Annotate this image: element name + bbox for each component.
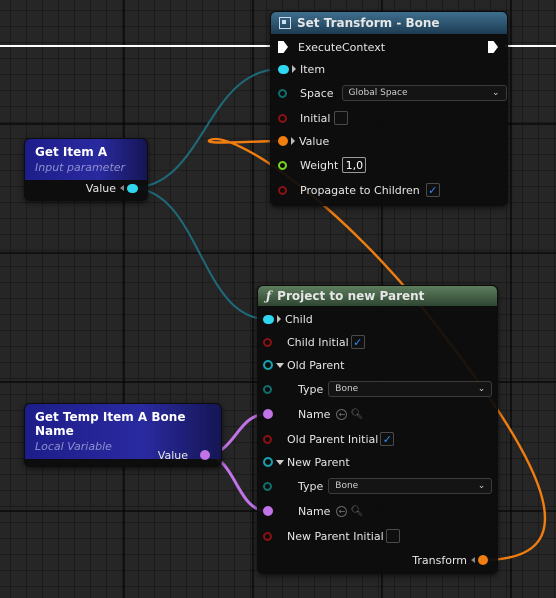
exec-label: ExecuteContext [298,40,386,54]
new-type-label: Type [298,479,324,493]
propagate-pin[interactable] [278,185,287,195]
arrow-left-icon[interactable]: ← [336,505,348,517]
propagate-checkbox[interactable]: ✓ [425,183,440,197]
new-parent-initial-label: New Parent Initial [287,529,384,543]
space-pin[interactable] [278,88,287,98]
value-row: Value [278,132,329,150]
get-item-a-subtitle: Input parameter [35,161,126,174]
old-name-row: Name ← 🔍︎ [263,405,363,423]
new-parent-initial-checkbox[interactable] [385,529,400,543]
new-parent-initial-pin[interactable] [263,531,272,541]
old-type-pin[interactable] [263,384,272,394]
space-dropdown[interactable]: Global Space ⌄ [341,85,507,101]
expand-arrow-icon[interactable] [277,315,281,323]
expanded-arrow-icon[interactable] [276,362,284,368]
item-pin[interactable] [278,64,289,74]
old-type-row: Type Bone ⌄ [263,380,493,398]
old-parent-initial-pin[interactable] [263,434,272,444]
initial-pin[interactable] [278,113,287,123]
chevron-down-icon: ⌄ [491,88,500,98]
item-label: Item [300,62,326,76]
propagate-row: Propagate to Children ✓ [278,181,440,199]
new-type-dropdown[interactable]: Bone ⌄ [328,478,493,494]
space-value: Global Space [348,88,408,98]
new-name-row: Name ← 🔍︎ [263,502,363,520]
search-icon[interactable]: 🔍︎ [350,506,363,517]
project-title: Project to new Parent [277,289,425,303]
new-name-pin[interactable] [263,506,273,516]
expand-arrow-icon[interactable] [292,65,296,73]
weight-input[interactable]: 1,0 [342,157,367,173]
space-label: Space [300,86,334,100]
get-temp-value-pin[interactable] [200,450,210,460]
old-type-dropdown[interactable]: Bone ⌄ [328,381,493,397]
space-row: Space Global Space ⌄ [278,84,507,102]
old-name-pin[interactable] [263,409,273,419]
old-type-value: Bone [335,384,359,394]
new-parent-pin[interactable] [263,457,273,467]
old-name-label: Name [298,407,331,421]
new-parent-initial-row: New Parent Initial [263,527,400,545]
old-parent-initial-row: Old Parent Initial ✓ [263,430,395,448]
chevron-down-icon: ⌄ [477,481,486,491]
get-temp-value-label: Value [157,448,188,462]
old-parent-row: Old Parent [263,356,344,374]
new-type-pin[interactable] [263,481,272,491]
new-name-label: Name [298,504,331,518]
expand-arrow-icon[interactable] [291,137,295,145]
old-parent-label: Old Parent [287,358,345,372]
expanded-arrow-icon[interactable] [276,459,284,465]
collapse-arrow-icon[interactable] [120,185,124,191]
blueprint-function-icon [279,17,291,29]
collapse-arrow-icon[interactable] [471,557,475,563]
transform-row: Transform [380,551,488,569]
transform-label: Transform [412,553,467,567]
weight-row: Weight 1,0 [278,156,367,174]
get-item-value-pin[interactable] [127,183,138,193]
function-icon: ƒ [266,289,272,303]
search-icon[interactable]: 🔍︎ [350,409,363,420]
new-parent-row: New Parent [263,453,350,471]
weight-label: Weight [300,158,339,172]
initial-row: Initial [278,109,349,127]
new-type-value: Bone [335,481,359,491]
initial-label: Initial [300,111,331,125]
child-initial-pin[interactable] [263,337,272,347]
transform-pin[interactable] [478,555,488,565]
old-parent-pin[interactable] [263,360,273,370]
old-parent-initial-checkbox[interactable]: ✓ [380,432,395,446]
value-label: Value [299,134,330,148]
get-item-a-title: Get Item A [35,145,108,159]
propagate-label: Propagate to Children [300,183,420,197]
new-parent-label: New Parent [287,455,350,469]
set-transform-header: Set Transform - Bone [271,12,507,34]
arrow-left-icon[interactable]: ← [336,408,348,420]
child-label: Child [285,312,313,326]
get-temp-value-row: Value [140,446,210,464]
get-item-a-header: Get Item A Input parameter [25,139,147,180]
child-pin[interactable] [263,314,274,324]
item-row: Item [278,60,325,78]
child-initial-label: Child Initial [287,335,349,349]
project-header: ƒ Project to new Parent [258,286,497,306]
set-transform-title: Set Transform - Bone [297,16,440,30]
initial-checkbox[interactable] [334,111,349,125]
weight-pin[interactable] [278,160,287,170]
child-initial-row: Child Initial ✓ [263,333,365,351]
new-type-row: Type Bone ⌄ [263,477,493,495]
exec-in-pin[interactable] [278,41,288,53]
value-pin[interactable] [278,136,288,146]
old-parent-initial-label: Old Parent Initial [287,432,379,446]
get-item-value-label: Value [85,181,116,195]
child-initial-checkbox[interactable]: ✓ [350,335,365,349]
old-type-label: Type [298,382,324,396]
exec-in-row: ExecuteContext [278,38,385,56]
get-temp-title: Get Temp Item A Bone Name [35,410,186,438]
chevron-down-icon: ⌄ [477,384,486,394]
execution-wire-left [0,45,272,47]
child-row: Child [263,310,313,328]
get-item-value-row: Value [60,179,138,197]
execution-wire-right [505,45,556,47]
